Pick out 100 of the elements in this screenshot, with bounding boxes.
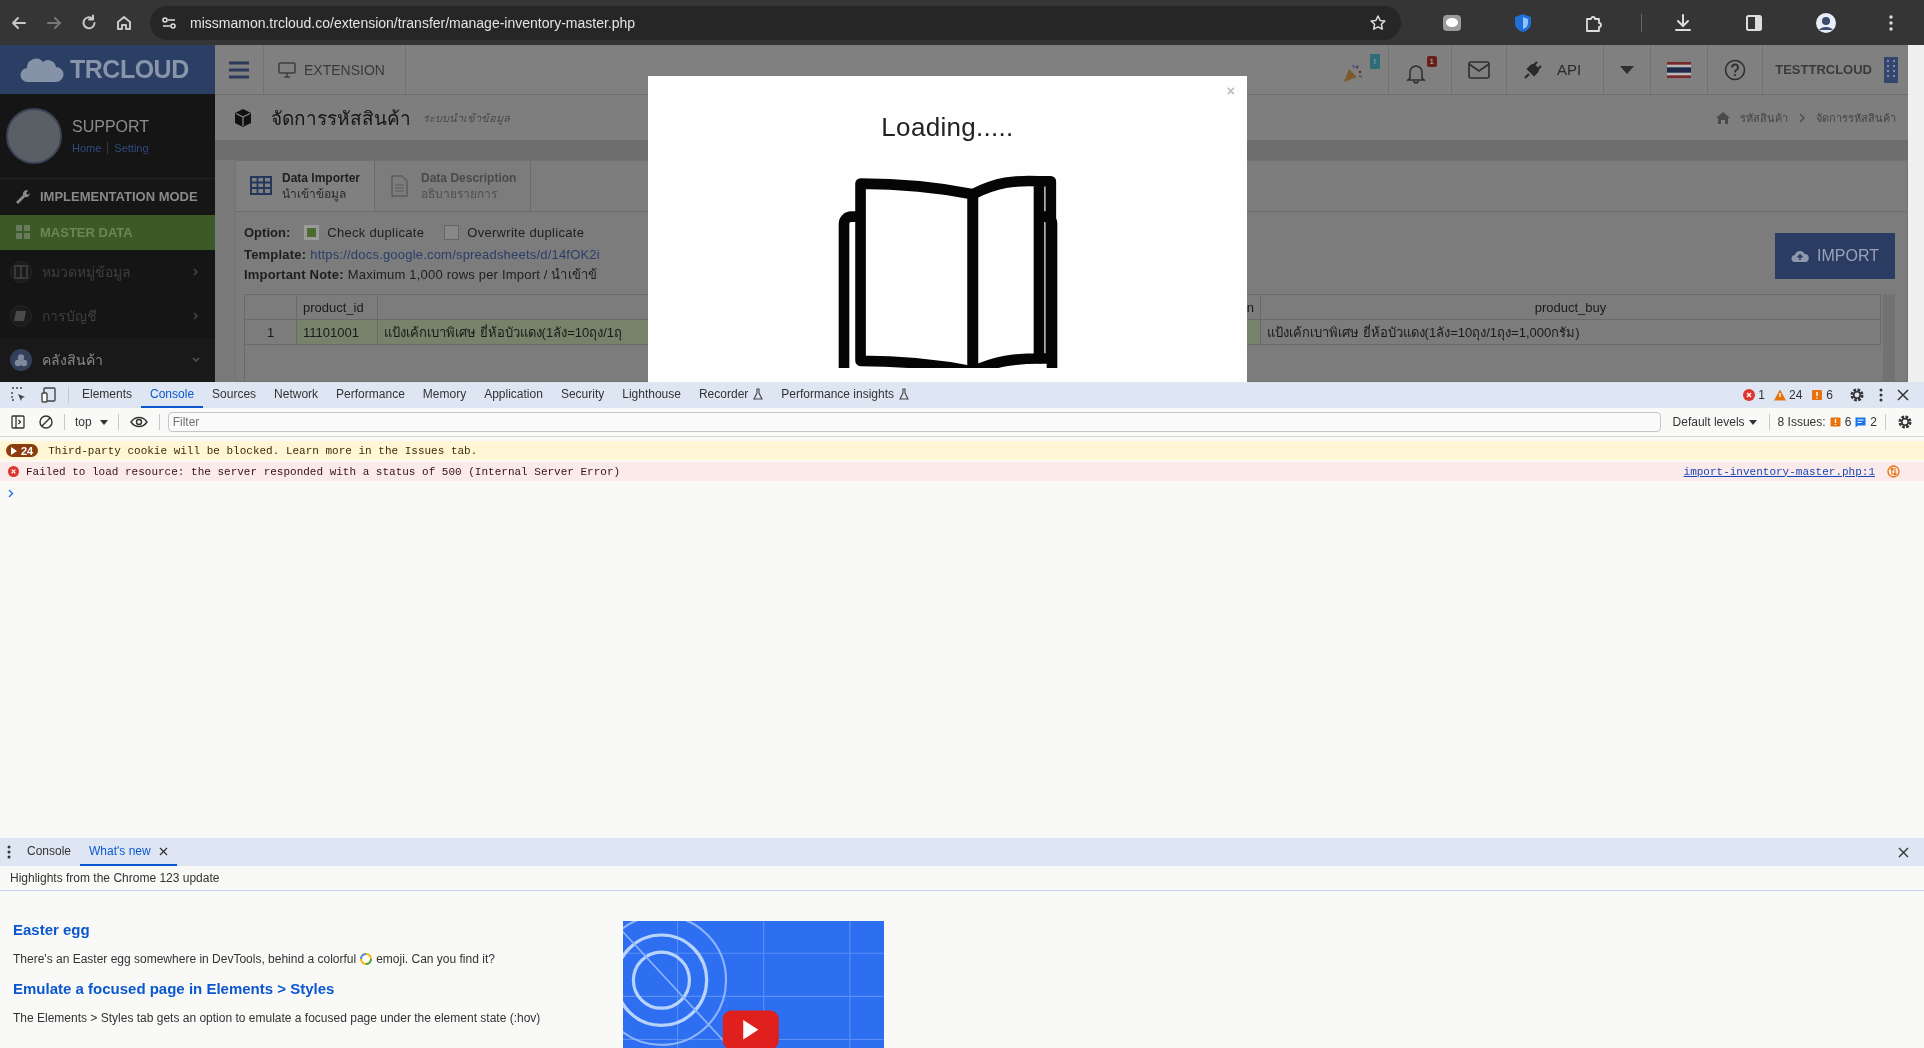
feature-text: There's an Easter egg somewhere in DevTools, behind a colorful (13, 952, 357, 966)
message-icon (1855, 416, 1867, 428)
drawer-tab[interactable]: What's new (80, 838, 177, 866)
issue-icon (1829, 416, 1841, 428)
close-icon[interactable] (158, 846, 168, 856)
wrench-icon (14, 187, 32, 206)
settings-icon[interactable] (1849, 387, 1865, 403)
user-name: SUPPORT (72, 118, 150, 137)
notification-badge: 1 (1426, 55, 1438, 67)
url-text: missmamon.trcloud.co/extension/transfer/manage-inventory-master.php (190, 14, 637, 31)
sidebar-toggle-icon[interactable] (11, 415, 25, 429)
help-icon[interactable] (1724, 58, 1747, 81)
avatar (6, 108, 62, 165)
tab[interactable]: Data Importer นำเข้าข้อมูล (236, 161, 376, 211)
devtools-tab[interactable]: Lighthouse (613, 382, 690, 408)
checkbox[interactable] (304, 224, 320, 240)
console-message: Third-party cookie will be blocked. Learn more in the Issues tab. (48, 444, 478, 457)
mail-icon[interactable] (1468, 60, 1491, 79)
devtools-tab[interactable]: Memory (413, 382, 476, 408)
page-scrollbar[interactable] (1908, 45, 1924, 382)
note-label: Important Note: (244, 266, 344, 282)
import-button[interactable]: IMPORT (1775, 233, 1895, 279)
notice-badge: ! (1369, 53, 1381, 69)
devtools-tab[interactable]: Elements (73, 382, 142, 408)
column-header: product_buy (1261, 295, 1881, 320)
dropdown-caret-icon[interactable] (1620, 65, 1635, 74)
caret-icon (1748, 419, 1757, 425)
feature-link[interactable]: Easter egg (13, 921, 623, 938)
cube-icon (233, 107, 253, 128)
checkbox-label[interactable]: Check duplicate (327, 224, 425, 240)
page-title: จัดการรหัสสินค้า (271, 106, 411, 131)
chevron-right-icon (191, 310, 201, 321)
devtools-tab[interactable]: Console (141, 382, 204, 408)
flag-icon[interactable] (1667, 61, 1692, 78)
filter-field[interactable]: Filter (167, 412, 1661, 432)
rainbow-emoji-icon (360, 953, 373, 965)
devtools-tab[interactable]: Performance (327, 382, 414, 408)
star-icon[interactable] (1369, 13, 1387, 32)
more-icon[interactable] (7, 845, 11, 859)
warning-count[interactable]: 24 (1773, 388, 1803, 402)
prompt-chevron-icon[interactable] (8, 489, 14, 498)
drawer-tab[interactable]: Console (18, 838, 81, 866)
expand-triangle-icon (11, 446, 17, 455)
boxes-icon (10, 348, 32, 371)
close-icon[interactable] (1897, 389, 1909, 401)
caret-icon (99, 419, 108, 425)
checkbox-label[interactable]: Overwrite duplicate (467, 224, 585, 240)
issue-icon (1811, 389, 1824, 401)
table-scrollbar[interactable] (1883, 294, 1895, 381)
source-link[interactable]: import-inventory-master.php:1 (1683, 465, 1875, 478)
panel-subtitle: Highlights from the Chrome 123 update (0, 866, 1924, 891)
device-icon[interactable] (41, 387, 57, 403)
menu-icon[interactable] (228, 60, 250, 79)
feature-link[interactable]: Emulate a focused page in Elements > Styles (13, 980, 623, 997)
devtools-tab[interactable]: Network (265, 382, 328, 408)
feature-text: emoji. Can you find it? (376, 952, 495, 966)
chevron-right-icon (1798, 112, 1806, 123)
monitor-icon (278, 61, 296, 78)
columns-icon (10, 260, 32, 283)
reload-icon[interactable] (80, 13, 98, 32)
error-icon (8, 466, 19, 477)
context-selector[interactable]: top (69, 415, 114, 429)
feature-text: The Elements > Styles tab gets an option to emulate a focused page under the element state (:hov) (13, 1011, 541, 1025)
clear-console-icon[interactable] (39, 415, 53, 429)
brand-name: TRCLOUD (70, 55, 189, 84)
table-cell: แป้งเค้กเบาพิเศษ ยี่ห้อบัวแดง(1ลัง=10ถุง/1ถุง=1,000กรัม) (1261, 320, 1881, 345)
repeat-count-badge[interactable]: 24 (6, 444, 39, 457)
network-request-icon[interactable] (1887, 465, 1900, 478)
devtools-tab[interactable]: Security (551, 382, 614, 408)
building-icon (1884, 56, 1898, 83)
eye-icon[interactable] (129, 416, 148, 428)
address-bar[interactable]: missmamon.trcloud.co/extension/transfer/manage-inventory-master.php (150, 5, 1401, 40)
issue-count[interactable]: 6 (1811, 388, 1833, 402)
table-cell: 11101001 (297, 320, 378, 345)
settings-icon[interactable] (1897, 414, 1913, 430)
note-text: Maximum 1,000 rows per Import / นำเข้าข้ (347, 265, 598, 284)
error-icon (1743, 389, 1756, 401)
template-label: Template: (244, 246, 307, 262)
sidebar-item[interactable]: คลังสินค้า (0, 337, 215, 382)
error-count[interactable]: 1 (1743, 388, 1765, 402)
home-icon[interactable] (115, 13, 133, 32)
levels-dropdown[interactable]: Default levels (1664, 415, 1765, 429)
grid-icon (14, 223, 32, 242)
cloud-upload-icon (1791, 249, 1810, 263)
chevron-right-icon (191, 266, 201, 277)
devtools-tab[interactable]: Recorder (689, 382, 773, 408)
devtools-tab[interactable]: Application (475, 382, 552, 408)
more-icon[interactable] (1879, 388, 1883, 402)
plug-icon (1523, 59, 1544, 80)
devtools-tab[interactable]: Performance insights (772, 382, 919, 408)
flask-icon (899, 388, 910, 400)
devtools-tab[interactable]: Sources (203, 382, 266, 408)
inspect-icon[interactable] (11, 387, 27, 403)
table-icon (250, 175, 272, 197)
chevron-down-icon (191, 354, 201, 365)
api-menu[interactable]: API (1507, 45, 1605, 94)
checkbox[interactable] (444, 224, 460, 240)
close-icon[interactable] (1898, 846, 1909, 858)
dialog-title: Loading..... (881, 112, 1014, 143)
issues-button[interactable]: 8 Issues: 6 2 (1773, 415, 1881, 429)
